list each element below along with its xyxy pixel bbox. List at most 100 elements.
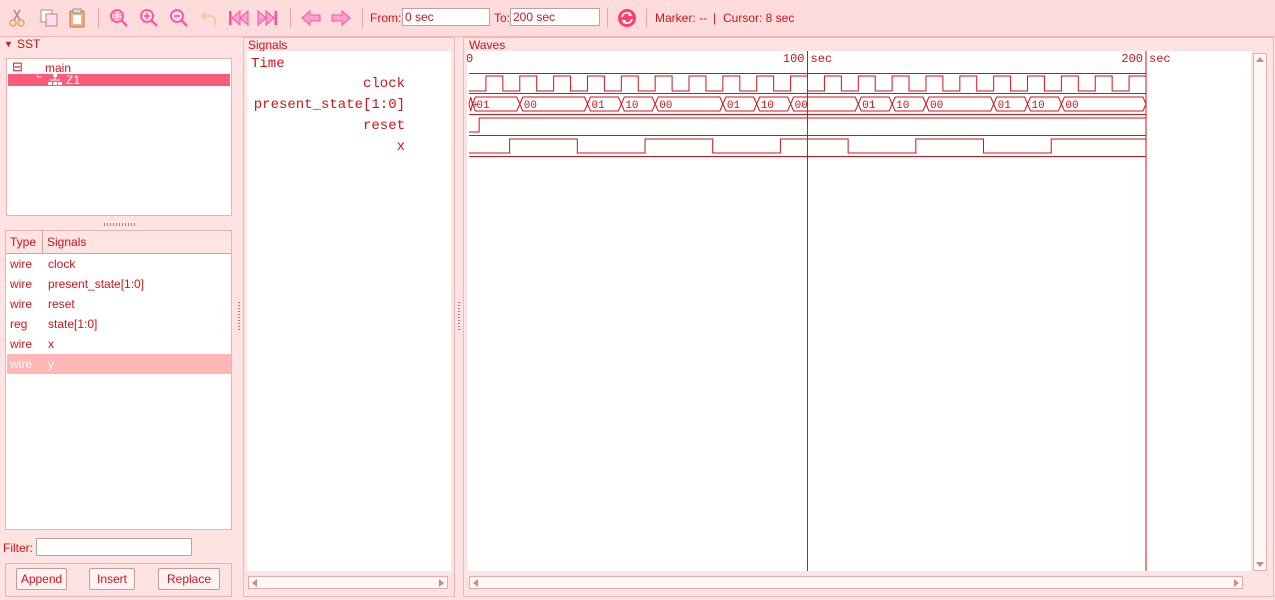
- filter-input[interactable]: [36, 538, 192, 556]
- signal-label-present-state[interactable]: present_state[1:0]: [254, 97, 405, 113]
- filter-label: Filter:: [3, 541, 33, 555]
- bus-value-label: 01: [591, 100, 605, 112]
- pane-splitter-handle[interactable]: [104, 223, 136, 226]
- bus-value-label: 01: [727, 100, 741, 112]
- cursor-readout: Cursor: 8 sec: [723, 11, 795, 25]
- column-header-signals[interactable]: Signals: [47, 235, 86, 249]
- time-unit-label: sec: [811, 52, 833, 66]
- scroll-left-icon[interactable]: [473, 579, 478, 587]
- signal-name: y: [48, 357, 54, 371]
- time-tick-label: 100: [783, 52, 805, 66]
- bus-value-label: 01: [476, 100, 490, 112]
- bus-value-label: 00: [795, 100, 808, 112]
- table-row[interactable]: wire clock: [7, 254, 231, 274]
- signal-type: reg: [10, 317, 28, 331]
- scroll-up-icon[interactable]: [1256, 57, 1264, 62]
- bus-value-label: 00: [1065, 100, 1078, 112]
- reload-icon[interactable]: [616, 7, 638, 29]
- bus-value-label: 00: [659, 100, 672, 112]
- zoom-out-icon[interactable]: [168, 7, 190, 29]
- signal-label-reset[interactable]: reset: [363, 118, 405, 134]
- tree-item-z1-label: Z1: [66, 73, 81, 87]
- time-label: Time: [251, 56, 285, 72]
- tree-branch-icon: └: [34, 72, 42, 83]
- toolbar: From: To: Marker: -- | Cursor: 8 sec: [0, 0, 1275, 37]
- bus-value-label: 00: [930, 100, 943, 112]
- signal-table: Type Signals wire clock wire present_state…: [5, 230, 232, 530]
- signal-name: state[1:0]: [48, 317, 98, 331]
- to-label: To:: [494, 11, 511, 25]
- time-unit-label: sec: [1149, 52, 1171, 66]
- signal-name: present_state[1:0]: [48, 277, 145, 291]
- bus-value-label: 01: [998, 100, 1012, 112]
- column-header-type[interactable]: Type: [10, 235, 36, 249]
- zoom-in-icon[interactable]: [138, 7, 160, 29]
- module-icon: [48, 74, 62, 85]
- insert-button[interactable]: Insert: [89, 568, 135, 590]
- table-row[interactable]: reg state[1:0]: [7, 314, 231, 334]
- bus-value-label: 01: [862, 100, 876, 112]
- jump-start-icon[interactable]: [228, 7, 250, 29]
- signal-type: wire: [10, 277, 33, 291]
- waves-panel: Waves 0 100 sec 200 sec +01 00 01 10 00 01 10 00 01 10…: [463, 37, 1274, 597]
- tree-collapse-icon[interactable]: ⊟: [12, 60, 23, 74]
- from-label: From:: [370, 11, 402, 25]
- bus-value-label: 10: [1032, 100, 1045, 112]
- next-edge-icon[interactable]: [330, 7, 352, 29]
- scroll-right-icon[interactable]: [1234, 579, 1239, 587]
- hierarchy-tree[interactable]: ⊟ main └ Z1: [6, 58, 232, 216]
- signal-table-header: Type Signals: [6, 231, 231, 254]
- signal-name: x: [48, 337, 54, 351]
- signals-title: Signals: [248, 38, 288, 52]
- sst-splitter-handle[interactable]: [238, 302, 240, 332]
- scroll-right-icon[interactable]: [439, 579, 444, 587]
- wave-canvas[interactable]: 0 100 sec 200 sec +01 00 01 10 00 01 10 00 01 10 00 01 10…: [467, 51, 1251, 571]
- collapse-triangle-icon[interactable]: ▼: [4, 39, 13, 49]
- signal-type: wire: [10, 337, 33, 351]
- signals-list: Time clock present_state[1:0] reset x: [247, 51, 451, 571]
- scroll-down-icon[interactable]: [1256, 562, 1264, 567]
- waves-title: Waves: [469, 38, 506, 52]
- table-row-selected[interactable]: wire y: [7, 354, 231, 374]
- signals-horizontal-scrollbar[interactable]: [248, 576, 448, 589]
- append-button[interactable]: Append: [16, 568, 67, 590]
- scroll-left-icon[interactable]: [252, 579, 257, 587]
- signal-label-clock[interactable]: clock: [363, 76, 405, 92]
- clock-waveform: [469, 75, 1147, 92]
- copy-icon[interactable]: [38, 7, 60, 29]
- marker-readout: Marker: --: [655, 11, 707, 25]
- cut-icon[interactable]: [6, 7, 28, 29]
- readout-separator: |: [713, 11, 717, 25]
- prev-edge-icon[interactable]: [300, 7, 322, 29]
- table-row[interactable]: wire present_state[1:0]: [7, 274, 231, 294]
- signals-splitter-handle[interactable]: [458, 302, 460, 332]
- tree-item-z1[interactable]: └ Z1: [8, 72, 230, 87]
- from-input[interactable]: [402, 8, 490, 26]
- signal-type: wire: [10, 297, 33, 311]
- signal-name: reset: [48, 297, 75, 311]
- signal-label-x[interactable]: x: [397, 139, 405, 155]
- sst-panel: ▼ SST ⊟ main └ Z1 Type Signals wire clock…: [0, 37, 236, 600]
- signal-name: clock: [48, 257, 76, 271]
- paste-icon[interactable]: [66, 7, 88, 29]
- signal-type: wire: [10, 357, 33, 371]
- bus-value-label: 10: [761, 100, 774, 112]
- bus-value-label: 10: [625, 100, 638, 112]
- bus-value-label: 00: [524, 100, 537, 112]
- table-row[interactable]: wire x: [7, 334, 231, 354]
- wave-display[interactable]: 0 100 sec 200 sec+01 00 01 10 00 01 10 00 01 10 00 01 10…: [467, 51, 1251, 571]
- sst-title: SST: [17, 37, 41, 51]
- waves-horizontal-scrollbar[interactable]: [469, 576, 1243, 589]
- time-tick-label: 200: [1121, 52, 1143, 66]
- signal-type: wire: [10, 257, 33, 271]
- undo-icon[interactable]: [198, 7, 220, 29]
- replace-button[interactable]: Replace: [158, 568, 220, 590]
- to-input[interactable]: [510, 8, 600, 26]
- signals-panel: Signals Time clock present_state[1:0] re…: [243, 37, 455, 597]
- waves-vertical-scrollbar[interactable]: [1253, 53, 1267, 571]
- jump-end-icon[interactable]: [256, 7, 278, 29]
- time-tick-label: 0: [467, 52, 473, 66]
- zoom-fit-icon[interactable]: [108, 7, 130, 29]
- table-row[interactable]: wire reset: [7, 294, 231, 314]
- bus-value-label: 10: [896, 100, 909, 112]
